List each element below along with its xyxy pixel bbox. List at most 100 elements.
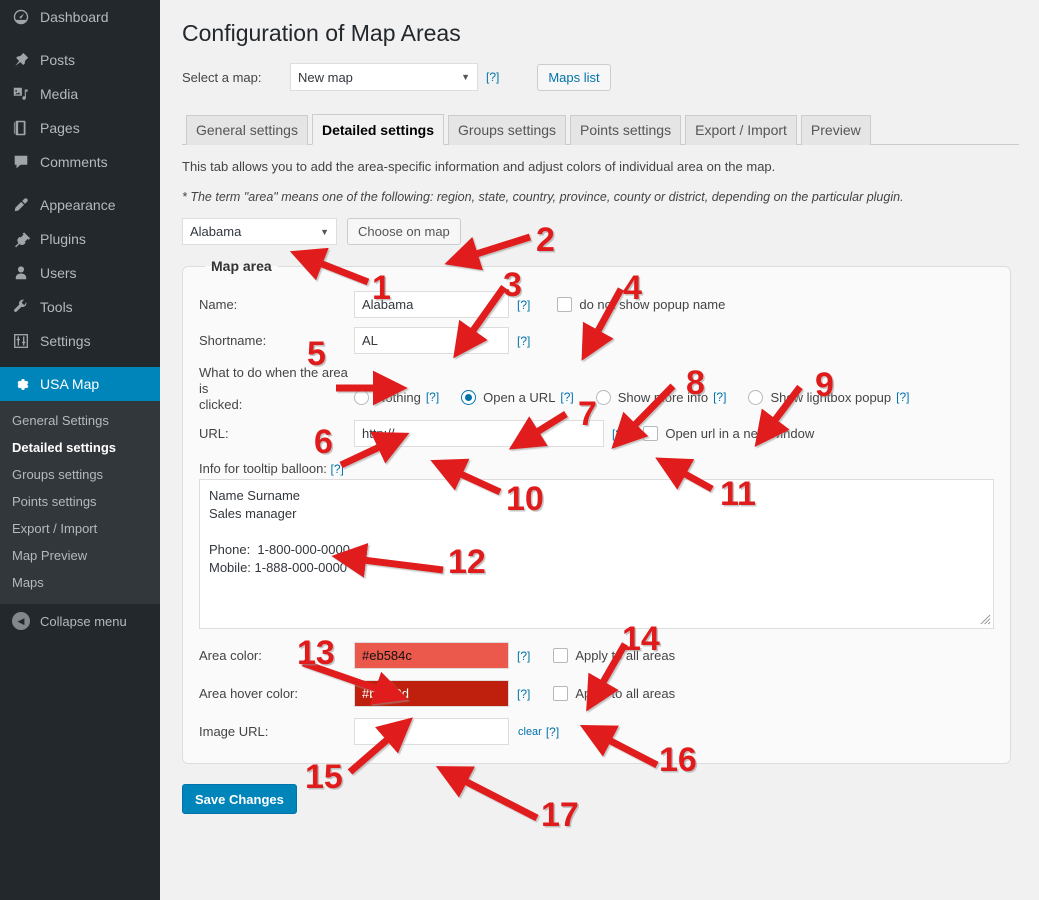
- sliders-icon: [11, 331, 31, 351]
- sidebar-item-label: Plugins: [40, 231, 86, 247]
- sidebar-item-label: Comments: [40, 154, 108, 170]
- map-area-fieldset: Map area Name: [?] do not show popup nam…: [182, 258, 1011, 764]
- sidebar-item-comments[interactable]: Comments: [0, 145, 160, 179]
- sidebar-item-dashboard[interactable]: Dashboard: [0, 0, 160, 34]
- do-not-show-popup-name-checkbox[interactable]: [557, 297, 573, 312]
- submenu-item-export-import[interactable]: Export / Import: [0, 515, 160, 542]
- collapse-menu-button[interactable]: ◀ Collapse menu: [0, 604, 160, 638]
- name-help-icon[interactable]: [?]: [517, 298, 530, 312]
- url-label: URL:: [199, 426, 229, 441]
- choose-on-map-button[interactable]: Choose on map: [347, 217, 461, 245]
- radio-show-lightbox-popup-help-icon[interactable]: [?]: [896, 390, 909, 404]
- open-url-new-window-checkbox[interactable]: [643, 426, 659, 441]
- tab-description: This tab allows you to add the area-spec…: [182, 159, 776, 174]
- map-select-help-icon[interactable]: [?]: [486, 70, 499, 84]
- submenu-item-points-settings[interactable]: Points settings: [0, 488, 160, 515]
- submenu-item-groups-settings[interactable]: Groups settings: [0, 461, 160, 488]
- comments-icon: [11, 152, 31, 172]
- sidebar-item-usa-map[interactable]: USA Map: [0, 367, 168, 401]
- area-select-wrapper: Alabama ▼: [182, 217, 337, 245]
- tab-preview[interactable]: Preview: [800, 115, 871, 145]
- page-title: Configuration of Map Areas: [182, 20, 461, 46]
- tab-export-import[interactable]: Export / Import: [685, 115, 797, 145]
- radio-open-a-url-help-icon[interactable]: [?]: [560, 390, 573, 404]
- radio-nothing-help-icon[interactable]: [?]: [426, 390, 439, 404]
- image-url-input[interactable]: [354, 718, 509, 745]
- submenu-item-general-settings[interactable]: General Settings: [0, 407, 160, 434]
- sidebar-item-users[interactable]: Users: [0, 256, 160, 290]
- map-area-legend: Map area: [211, 258, 272, 274]
- name-label: Name:: [199, 297, 238, 312]
- shortname-help-icon[interactable]: [?]: [517, 334, 530, 348]
- area-color-apply-all-checkbox[interactable]: [553, 648, 569, 663]
- area-color-input[interactable]: [354, 642, 509, 669]
- radio-show-more-info-help-icon[interactable]: [?]: [713, 390, 726, 404]
- area-select[interactable]: Alabama: [182, 217, 337, 245]
- pin-icon: [11, 50, 31, 70]
- hover-color-apply-all-checkbox[interactable]: [553, 686, 569, 701]
- tooltip-textarea[interactable]: Name Surname Sales manager Phone: 1-800-…: [199, 479, 994, 629]
- user-icon: [11, 263, 31, 283]
- image-url-clear-link[interactable]: clear: [518, 726, 542, 738]
- sidebar-item-settings[interactable]: Settings: [0, 324, 160, 358]
- plug-icon: [11, 229, 31, 249]
- submenu-item-detailed-settings[interactable]: Detailed settings: [0, 434, 160, 461]
- shortname-input[interactable]: [354, 327, 509, 354]
- sidebar-item-posts[interactable]: Posts: [0, 43, 160, 77]
- dashboard-icon: [11, 7, 31, 27]
- hover-color-input[interactable]: [354, 680, 509, 707]
- sidebar-item-label: Dashboard: [40, 9, 109, 25]
- area-color-apply-all-label: Apply to all areas: [575, 648, 676, 663]
- image-url-help-icon[interactable]: [?]: [546, 725, 559, 739]
- submenu-item-maps[interactable]: Maps: [0, 569, 160, 596]
- tab-groups-settings[interactable]: Groups settings: [447, 115, 567, 145]
- save-changes-button[interactable]: Save Changes: [182, 784, 297, 814]
- area-color-label: Area color:: [199, 648, 262, 663]
- map-select-wrapper: New map ▼: [290, 63, 478, 91]
- radio-open-a-url[interactable]: [461, 389, 477, 405]
- wrench-icon: [11, 297, 31, 317]
- radio-nothing[interactable]: [354, 389, 369, 405]
- admin-sidebar: Dashboard Posts Media Pages Comments App…: [0, 0, 168, 900]
- tooltip-label: Info for tooltip balloon:: [199, 461, 327, 476]
- sidebar-item-label: Media: [40, 86, 79, 102]
- tab-points-settings[interactable]: Points settings: [570, 115, 682, 145]
- tooltip-label-row: Info for tooltip balloon: [?]: [199, 461, 994, 476]
- url-help-icon[interactable]: [?]: [612, 427, 625, 441]
- sidebar-item-appearance[interactable]: Appearance: [0, 188, 160, 222]
- radio-nothing-label: Nothing: [376, 389, 421, 405]
- map-select[interactable]: New map: [290, 63, 478, 91]
- click-action-label-line2: clicked:: [199, 397, 243, 412]
- hover-color-label: Area hover color:: [199, 686, 298, 701]
- sidebar-item-label: Posts: [40, 52, 76, 68]
- usa-map-submenu: General Settings Detailed settings Group…: [0, 401, 160, 604]
- area-color-help-icon[interactable]: [?]: [517, 649, 530, 663]
- sidebar-item-media[interactable]: Media: [0, 77, 160, 111]
- shortname-label: Shortname:: [199, 333, 267, 348]
- maps-list-button[interactable]: Maps list: [537, 63, 611, 91]
- sidebar-item-pages[interactable]: Pages: [0, 111, 160, 145]
- sidebar-item-label: Tools: [40, 299, 73, 315]
- radio-show-lightbox-popup[interactable]: [748, 389, 764, 405]
- sidebar-item-label: Appearance: [40, 197, 116, 213]
- shortname-row: Shortname: [?]: [199, 327, 994, 354]
- brush-icon: [11, 195, 31, 215]
- area-color-row: Area color: [?] Apply to all areas: [199, 642, 994, 669]
- image-url-label: Image URL:: [199, 724, 269, 739]
- radio-show-more-info-label: Show more info: [617, 389, 709, 405]
- sidebar-item-tools[interactable]: Tools: [0, 290, 160, 324]
- media-icon: [11, 84, 31, 104]
- url-input[interactable]: [354, 420, 604, 447]
- submenu-item-map-preview[interactable]: Map Preview: [0, 542, 160, 569]
- open-url-new-window-label: Open url in a new window: [665, 426, 815, 441]
- sidebar-item-plugins[interactable]: Plugins: [0, 222, 160, 256]
- name-input[interactable]: [354, 291, 509, 318]
- sidebar-item-label: Settings: [40, 333, 91, 349]
- do-not-show-popup-name-label: do not show popup name: [579, 297, 726, 312]
- hover-color-help-icon[interactable]: [?]: [517, 687, 530, 701]
- pages-icon: [11, 118, 31, 138]
- tab-detailed-settings[interactable]: Detailed settings: [311, 114, 444, 145]
- tooltip-help-icon[interactable]: [?]: [331, 462, 344, 476]
- radio-show-more-info[interactable]: [595, 389, 611, 405]
- tab-general-settings[interactable]: General settings: [186, 115, 308, 145]
